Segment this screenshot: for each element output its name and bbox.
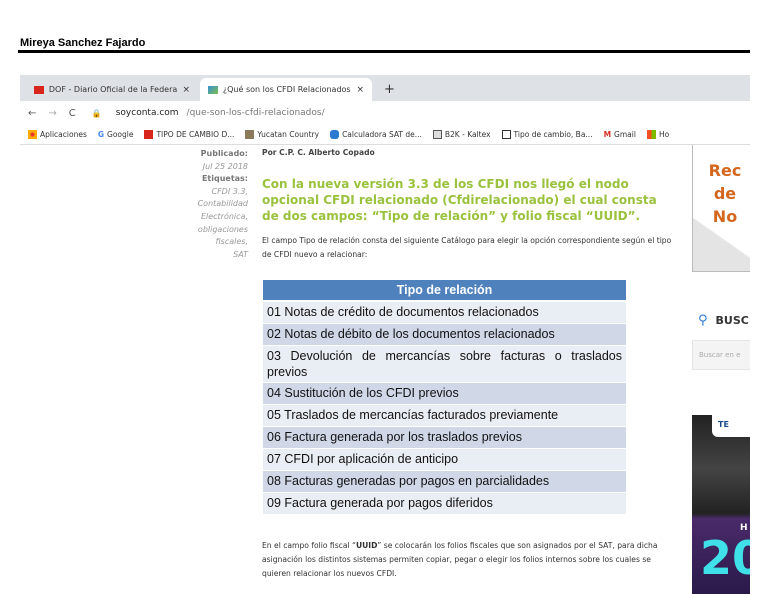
uuid-term: UUID	[355, 541, 378, 550]
url-bar[interactable]: soyconta.com/que-son-los-cfdi-relacionad…	[108, 108, 325, 118]
relation-type-table: Tipo de relación 01 Notas de crédito de …	[263, 280, 626, 515]
tag-link[interactable]: CFDI 3.3,	[211, 187, 248, 196]
bookmark-label: B2K - Kaltex	[444, 130, 491, 139]
bookmark-gmail[interactable]: M Gmail	[604, 130, 636, 139]
close-tab-icon[interactable]: ×	[182, 85, 190, 95]
close-tab-icon[interactable]: ×	[356, 85, 364, 95]
divider	[18, 50, 750, 53]
tag-link[interactable]: fiscales,	[216, 237, 249, 246]
sidebar-ad[interactable]: Rec de No	[692, 145, 750, 272]
url-path: /que-son-los-cfdi-relacionados/	[186, 108, 325, 118]
table-cell: 01 Notas de crédito de documentos relaci…	[263, 301, 626, 324]
url-domain: soyconta.com	[115, 108, 179, 118]
table-cell: 02 Notas de débito de los documentos rel…	[263, 323, 626, 346]
yucatan-icon	[245, 130, 255, 139]
bookmark-b2k[interactable]: B2K - Kaltex	[432, 130, 491, 139]
dof-favicon-icon	[34, 85, 44, 94]
bookmark-tipo-cambio[interactable]: Tipo de cambio, Ba...	[501, 130, 593, 139]
reload-icon[interactable]: C	[69, 108, 76, 119]
tag-link[interactable]: Contabilidad	[198, 199, 248, 208]
sidebar-ad-banner[interactable]: TE H 20	[692, 415, 750, 594]
calculator-icon	[330, 130, 340, 139]
search-input[interactable]: Buscar en e	[692, 340, 750, 370]
bookmark-label: Aplicaciones	[40, 130, 87, 139]
browser-window: DOF - Diario Oficial de la Federac × ¿Qu…	[20, 75, 750, 594]
byline: Por C.P. C. Alberto Copado	[262, 148, 375, 157]
post-meta: Publicado: Jul 25 2018 Etiquetas: CFDI 3…	[198, 148, 248, 261]
tab-label: DOF - Diario Oficial de la Federac	[48, 85, 178, 94]
post-date: Jul 25 2018	[202, 161, 248, 171]
lock-icon: 🔒	[91, 108, 102, 118]
document-author: Mireya Sanchez Fajardo	[20, 37, 146, 49]
nav-bar: ← → C 🔒 soyconta.com/que-son-los-cfdi-re…	[20, 101, 750, 125]
bookmark-tipo-cambio-dof[interactable]: TIPO DE CAMBIO D...	[144, 130, 234, 139]
dof-icon	[144, 130, 154, 139]
microsoft-icon	[646, 130, 656, 139]
google-icon: G	[97, 130, 105, 139]
bookmarks-bar: Aplicaciones G Google TIPO DE CAMBIO D...…	[20, 125, 750, 145]
gmail-icon: M	[603, 130, 612, 139]
table-row: 06 Factura generada por los traslados pr…	[263, 426, 626, 449]
bookmark-apps[interactable]: Aplicaciones	[28, 130, 87, 139]
article-headline: Con la nueva versión 3.3 de los CFDI nos…	[262, 177, 657, 223]
table-header: Tipo de relación	[263, 280, 626, 302]
bookmark-label: Yucatan Country	[257, 130, 320, 139]
bookmark-google[interactable]: G Google	[98, 130, 134, 139]
table-cell: 03 Devolución de mercancías sobre factur…	[263, 345, 626, 383]
published-label: Publicado:	[200, 149, 248, 158]
bookmark-label: TIPO DE CAMBIO D...	[156, 130, 235, 139]
uuid-paragraph: En el campo folio fiscal “UUID” se coloc…	[262, 539, 672, 581]
table-row: 07 CFDI por aplicación de anticipo	[263, 448, 626, 471]
bookmark-label: Tipo de cambio, Ba...	[513, 130, 593, 139]
tab-dof[interactable]: DOF - Diario Oficial de la Federac ×	[26, 78, 198, 101]
table-row: 01 Notas de crédito de documentos relaci…	[263, 301, 626, 324]
bookmark-calculadora[interactable]: Calculadora SAT de...	[330, 130, 422, 139]
table-cell: 08 Facturas generadas por pagos en parci…	[263, 470, 626, 493]
table-row: 08 Facturas generadas por pagos en parci…	[263, 470, 626, 493]
table-row: 04 Sustitución de los CFDI previos	[263, 382, 626, 405]
table-row: 09 Factura generada por pagos diferidos	[263, 492, 626, 515]
table-row: 05 Traslados de mercancías facturados pr…	[263, 404, 626, 427]
bookmark-label: Gmail	[614, 130, 636, 139]
bookmark-ho[interactable]: Ho	[646, 130, 670, 139]
table-cell: 05 Traslados de mercancías facturados pr…	[263, 404, 626, 427]
new-tab-button[interactable]: +	[376, 78, 403, 101]
text: En el campo folio fiscal “	[262, 541, 356, 550]
bank-icon	[501, 130, 511, 139]
intro-paragraph: El campo Tipo de relación consta del sig…	[262, 236, 672, 259]
table-cell: 04 Sustitución de los CFDI previos	[263, 382, 626, 405]
tag-link[interactable]: obligaciones	[198, 225, 248, 234]
ad-text: Rec de No	[708, 161, 742, 226]
table-row: 03 Devolución de mercancías sobre factur…	[263, 345, 626, 383]
tab-bar: DOF - Diario Oficial de la Federac × ¿Qu…	[20, 75, 750, 101]
apps-grid-icon	[28, 130, 37, 139]
search-icon: ⚲	[698, 313, 708, 328]
search-title: BUSC	[715, 314, 749, 327]
back-icon[interactable]: ←	[28, 108, 36, 119]
tag-link[interactable]: Electrónica,	[201, 212, 248, 221]
b2k-icon	[432, 130, 442, 139]
table-row: 02 Notas de débito de los documentos rel…	[263, 323, 626, 346]
bookmark-label: Google	[107, 130, 134, 139]
table-cell: 09 Factura generada por pagos diferidos	[263, 492, 626, 515]
bookmark-label: Calculadora SAT de...	[342, 130, 422, 139]
search-widget-title: ⚲ BUSC	[698, 313, 749, 328]
tab-label: ¿Qué son los CFDI Relacionados?	[222, 85, 352, 94]
bookmark-yucatan[interactable]: Yucatan Country	[245, 130, 319, 139]
tags-label: Etiquetas:	[201, 174, 248, 184]
tag-link[interactable]: SAT	[233, 250, 248, 259]
table-cell: 07 CFDI por aplicación de anticipo	[263, 448, 626, 471]
table-cell: 06 Factura generada por los traslados pr…	[263, 426, 626, 449]
ad-brand-logo: TE	[712, 415, 750, 437]
site-favicon-icon	[208, 85, 218, 94]
bookmark-label: Ho	[658, 130, 670, 139]
ad-number: 20	[700, 531, 750, 585]
tab-cfdi[interactable]: ¿Qué son los CFDI Relacionados? ×	[200, 78, 372, 101]
forward-icon[interactable]: →	[48, 108, 56, 119]
